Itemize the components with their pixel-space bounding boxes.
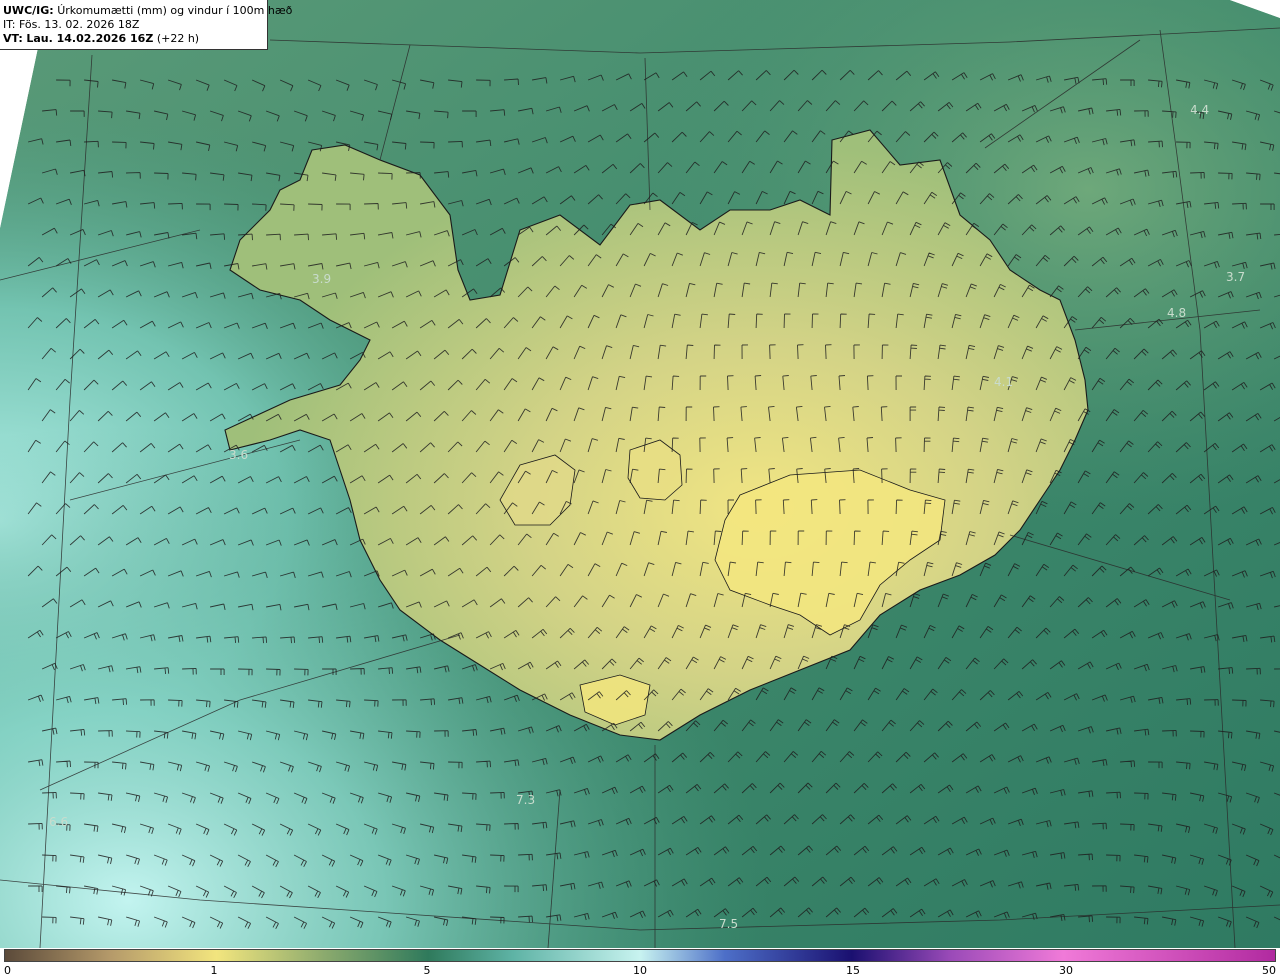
- value-label-east-sea-a: 3.7: [1226, 270, 1245, 284]
- colorbar-tick-30: 30: [1059, 964, 1073, 977]
- valid-time-line: VT: Lau. 14.02.2026 16Z (+22 h): [3, 32, 267, 46]
- colorbar-gradient: [4, 949, 1276, 962]
- value-label-north-east-sea: 4.4: [1190, 103, 1209, 117]
- colorbar-tick-50: 50: [1262, 964, 1276, 977]
- valid-time: Lau. 14.02.2026 16Z: [26, 32, 154, 45]
- header-title-line: UWC/IG: Úrkomumætti (mm) og vindur í 100…: [3, 4, 292, 18]
- colorbar-tick-15: 15: [846, 964, 860, 977]
- value-label-south-sea-b: 7.5: [719, 917, 738, 931]
- value-label-south-sea-a: 7.3: [516, 793, 535, 807]
- colorbar-tick-0: 0: [4, 964, 11, 977]
- forecast-header: UWC/IG: Úrkomumætti (mm) og vindur í 100…: [0, 0, 292, 50]
- map-canvas: 3.9 3.6 4.4 3.7 4.8 4.1 6.6 7.3 7.5: [0, 0, 1280, 949]
- variable-title: Úrkomumætti (mm) og vindur í 100m hæð: [57, 4, 293, 17]
- colorbar-tick-10: 10: [633, 964, 647, 977]
- colorbar: 0 1 5 10 15 30 50: [0, 948, 1280, 978]
- value-label-nw-fjords: 3.9: [312, 272, 331, 286]
- value-label-west-sea: 3.6: [229, 448, 248, 462]
- model-name: UWC/IG:: [3, 4, 54, 17]
- value-label-east-sea-b: 4.8: [1167, 306, 1186, 320]
- initial-time: IT: Fös. 13. 02. 2026 18Z: [3, 18, 140, 31]
- colorbar-tick-1: 1: [210, 964, 218, 977]
- value-label-east-land: 4.1: [994, 375, 1013, 389]
- colorbar-tick-5: 5: [423, 964, 431, 977]
- value-label-southwest-sea: 6.6: [49, 815, 68, 829]
- lead-time: (+22 h): [156, 32, 200, 45]
- valid-prefix: VT:: [3, 32, 23, 45]
- forecast-map: 3.9 3.6 4.4 3.7 4.8 4.1 6.6 7.3 7.5 UWC/…: [0, 0, 1280, 978]
